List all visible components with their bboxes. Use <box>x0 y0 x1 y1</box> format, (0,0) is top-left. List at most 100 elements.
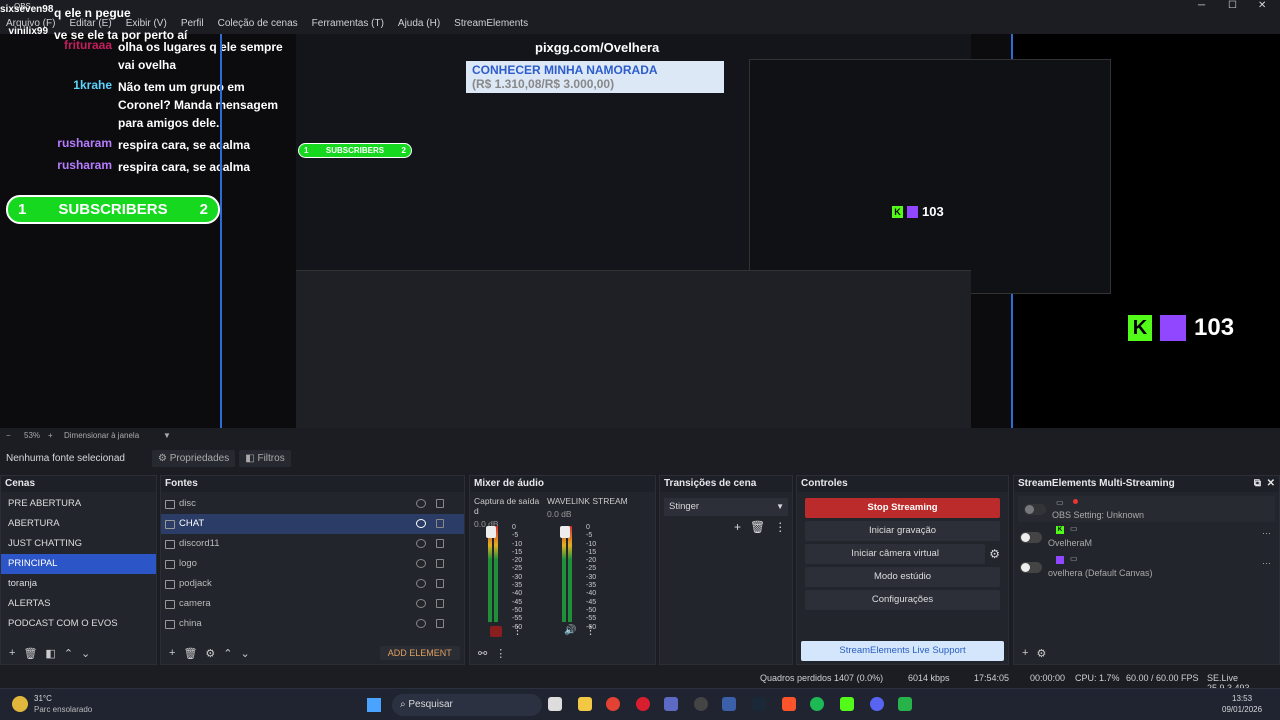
chevron-up-icon[interactable]: ⌃ <box>64 647 73 660</box>
close-icon[interactable]: ✕ <box>1258 0 1266 11</box>
menu-dots-icon[interactable]: ⋯ <box>1262 528 1271 539</box>
source-item[interactable]: podjack <box>161 574 464 594</box>
hidden-eye-icon[interactable] <box>416 499 426 508</box>
hidden-eye-icon[interactable] <box>416 539 426 548</box>
source-item[interactable]: disc <box>161 494 464 514</box>
close-icon[interactable]: ✕ <box>1267 476 1275 492</box>
add-icon[interactable]: + <box>734 520 741 534</box>
add-icon[interactable]: + <box>169 647 175 659</box>
db-tick: 0 <box>512 524 516 531</box>
app-icon[interactable] <box>722 697 736 711</box>
zoom-minus-icon[interactable]: − <box>6 431 11 440</box>
lock-icon[interactable] <box>436 539 444 548</box>
hidden-eye-icon[interactable] <box>416 579 426 588</box>
menu-dots-icon[interactable]: ⋮ <box>774 520 786 534</box>
opera-icon[interactable] <box>636 697 650 711</box>
discord-icon[interactable] <box>870 697 884 711</box>
start-virtual-camera-button[interactable]: Iniciar câmera virtual <box>805 544 986 564</box>
add-icon[interactable]: + <box>9 647 15 659</box>
menu-item-ferramentas[interactable]: Ferramentas (T) <box>312 15 384 33</box>
toggle-switch[interactable] <box>1020 531 1042 543</box>
volume-slider[interactable] <box>560 526 570 538</box>
zoom-plus-icon[interactable]: + <box>48 431 53 440</box>
trash-icon[interactable]: 🗑 <box>23 647 37 660</box>
app-icon[interactable] <box>664 697 678 711</box>
chevron-down-icon[interactable]: ⌄ <box>81 647 90 660</box>
gear-icon[interactable]: ⚙ <box>205 647 215 660</box>
app-icon[interactable] <box>898 697 912 711</box>
gear-icon[interactable]: ⚙ <box>989 547 1000 561</box>
live-support-button[interactable]: StreamElements Live Support <box>801 641 1004 661</box>
hidden-eye-icon[interactable] <box>416 599 426 608</box>
eye-icon[interactable] <box>416 519 426 528</box>
maximize-icon[interactable]: ☐ <box>1228 0 1237 11</box>
menu-item-streamelements[interactable]: StreamElements <box>454 15 528 33</box>
windows-start-icon[interactable] <box>367 698 381 712</box>
scene-item[interactable]: ABERTURA <box>1 514 156 534</box>
popout-icon[interactable]: ⧉ <box>1254 476 1261 492</box>
lock-icon[interactable] <box>436 619 444 628</box>
scene-item[interactable]: PRE ABERTURA <box>1 494 156 514</box>
menu-item-ajuda[interactable]: Ajuda (H) <box>398 15 440 33</box>
stop-streaming-button[interactable]: Stop Streaming <box>805 498 1000 518</box>
chat-message: respira cara, se acalma <box>118 160 251 174</box>
properties-button[interactable]: ⚙ Propriedades <box>152 449 236 467</box>
studio-mode-button[interactable]: Modo estúdio <box>805 567 1000 587</box>
minimize-icon[interactable]: ─ <box>1198 0 1205 11</box>
lock-icon[interactable] <box>436 519 444 528</box>
lock-icon[interactable] <box>436 579 444 588</box>
trash-icon[interactable]: 🗑 <box>183 647 197 660</box>
menu-dots-icon[interactable]: ⋮ <box>585 624 596 637</box>
menu-dots-icon[interactable]: ⋯ <box>1262 558 1271 569</box>
volume-slider[interactable] <box>486 526 496 538</box>
source-item[interactable]: china <box>161 614 464 634</box>
link-icon[interactable]: ⚯ <box>478 647 487 660</box>
scene-item[interactable]: toranja <box>1 574 156 594</box>
source-item[interactable]: camera <box>161 594 464 614</box>
menu-dots-icon[interactable]: ⋮ <box>495 647 506 660</box>
chevron-down-icon[interactable]: ▼ <box>163 431 171 440</box>
source-item-active[interactable]: CHAT <box>161 514 464 534</box>
add-icon[interactable]: + <box>1022 647 1028 659</box>
file-explorer-icon[interactable] <box>578 697 592 711</box>
settings-button[interactable]: Configurações <box>805 590 1000 610</box>
lock-icon[interactable] <box>436 559 444 568</box>
task-view-icon[interactable] <box>548 697 562 711</box>
trash-icon[interactable]: 🗑 <box>750 520 765 534</box>
hidden-eye-icon[interactable] <box>416 559 426 568</box>
zoom-mode[interactable]: Dimensionar à janela <box>64 431 139 440</box>
taskbar-search[interactable]: ⌕ Pesquisar <box>392 694 542 716</box>
source-item[interactable]: discord11 <box>161 534 464 554</box>
scene-item-active[interactable]: PRINCIPAL <box>1 554 156 574</box>
toggle-switch[interactable] <box>1024 503 1046 515</box>
db-tick: -35 <box>586 582 597 590</box>
chrome-icon[interactable] <box>606 697 620 711</box>
scene-item[interactable]: JUST CHATTING <box>1 534 156 554</box>
weather-icon[interactable] <box>12 696 28 712</box>
source-item[interactable]: logo <box>161 554 464 574</box>
add-element-button[interactable]: ADD ELEMENT <box>379 646 460 660</box>
start-recording-button[interactable]: Iniciar gravação <box>805 521 1000 541</box>
chevron-up-icon[interactable]: ⌃ <box>223 647 232 660</box>
preview-area[interactable]: sixseven98 q ele n pegue vinilix99 ve se e… <box>0 4 1280 428</box>
filters-button[interactable]: ◧ Filtros <box>239 449 291 467</box>
scene-item[interactable]: ALERTAS <box>1 594 156 614</box>
app-icon[interactable] <box>840 697 854 711</box>
toggle-switch[interactable] <box>1020 561 1042 573</box>
lock-icon[interactable] <box>436 599 444 608</box>
hidden-eye-icon[interactable] <box>416 619 426 628</box>
brave-icon[interactable] <box>782 697 796 711</box>
chevron-down-icon[interactable]: ⌄ <box>241 647 250 660</box>
scene-item[interactable]: PODCAST COM O EVOS <box>1 614 156 634</box>
steam-icon[interactable] <box>752 697 766 711</box>
gear-icon[interactable]: ⚙ <box>1036 647 1046 660</box>
obs-icon[interactable] <box>694 697 708 711</box>
menu-dots-icon[interactable]: ⋮ <box>512 624 523 637</box>
filter-icon[interactable]: ◧ <box>45 647 55 660</box>
stream-preview[interactable]: sixseven98 q ele n pegue vinilix99 ve se e… <box>0 4 1111 428</box>
transition-select[interactable]: Stinger ▼ <box>664 498 788 516</box>
speaker-icon[interactable]: 🔊 <box>564 625 576 636</box>
spotify-icon[interactable] <box>810 697 824 711</box>
mute-icon[interactable] <box>490 626 502 637</box>
lock-icon[interactable] <box>436 499 444 508</box>
